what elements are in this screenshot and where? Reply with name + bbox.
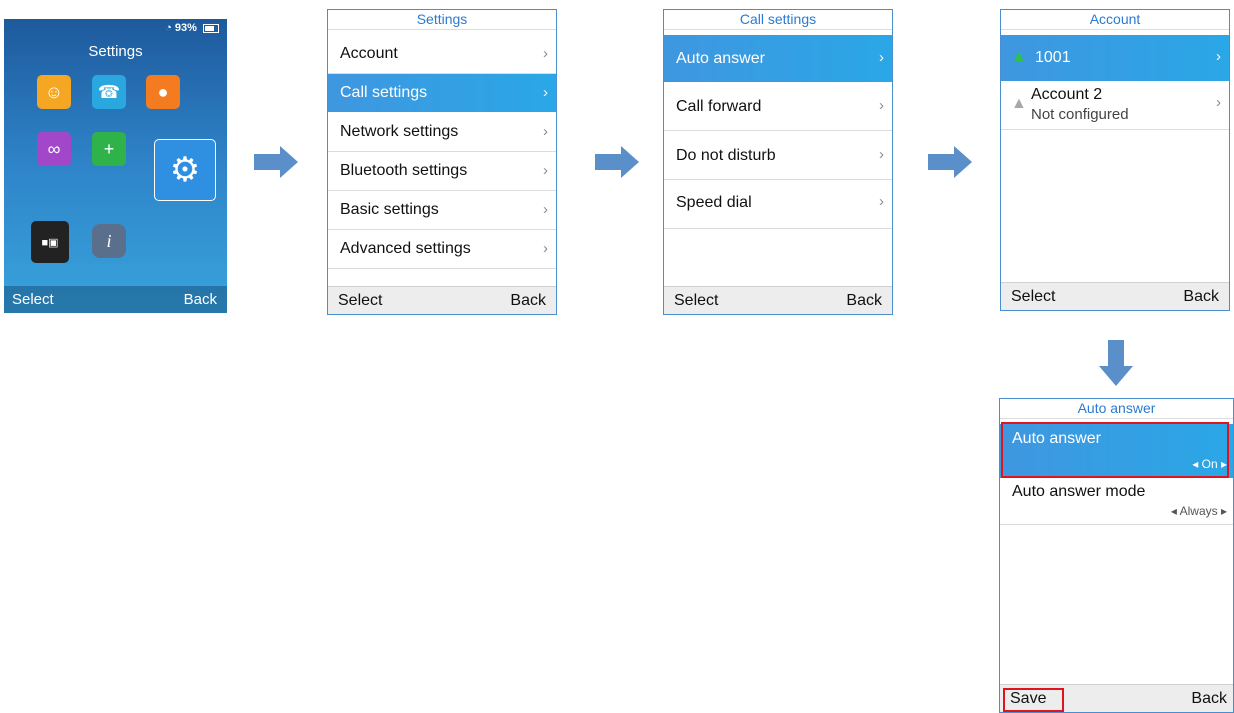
screen-header: Auto answer xyxy=(1000,399,1233,419)
battery-icon xyxy=(203,23,219,33)
softkey-bar: Select Back xyxy=(664,286,892,314)
security-icon[interactable]: + xyxy=(92,132,126,166)
wifi-icon: ◔ xyxy=(165,22,172,34)
info-icon[interactable]: i xyxy=(92,224,126,258)
chevron-right-icon: › xyxy=(543,240,548,257)
highlight-box xyxy=(1003,688,1064,712)
arrow-left-icon[interactable]: ◂ xyxy=(1171,504,1177,518)
call-settings-item-auto-answer[interactable]: Auto answer › xyxy=(664,35,892,82)
auto-answer-mode-value-selector[interactable]: ◂ Always ▸ xyxy=(1171,504,1227,518)
home-title: Settings xyxy=(88,43,143,60)
screen-header: Settings xyxy=(328,10,556,30)
softkey-bar: Select Back xyxy=(328,286,556,314)
chevron-right-icon: › xyxy=(543,84,548,101)
settings-screen: Settings Account › Call settings › Network… xyxy=(327,9,557,315)
account-item-account-2[interactable]: ▲ Account 2 Not configured › xyxy=(1001,81,1229,130)
user-icon: ▲ xyxy=(1011,48,1027,65)
battery-percent: 93% xyxy=(174,22,197,34)
select-softkey[interactable]: Select xyxy=(12,291,54,308)
arrow-right-icon[interactable]: ▸ xyxy=(1221,504,1227,518)
settings-item-network[interactable]: Network settings › xyxy=(328,113,556,152)
highlight-box xyxy=(1001,422,1229,478)
chevron-right-icon: › xyxy=(543,123,548,140)
screen-header: Call settings xyxy=(664,10,892,30)
user-icon: ▲ xyxy=(1011,95,1027,112)
back-softkey[interactable]: Back xyxy=(846,292,882,310)
settings-item-account[interactable]: Account › xyxy=(328,35,556,74)
contacts-icon[interactable]: ☺ xyxy=(37,75,71,109)
softkey-bar: Select Back xyxy=(1001,282,1229,310)
settings-item-advanced[interactable]: Advanced settings › xyxy=(328,230,556,269)
call-settings-screen: Call settings Auto answer › Call forward ›… xyxy=(663,9,893,315)
screen-header: Account xyxy=(1001,10,1229,30)
back-softkey[interactable]: Back xyxy=(1183,288,1219,306)
select-softkey[interactable]: Select xyxy=(1011,288,1055,306)
voicemail-icon[interactable]: ∞ xyxy=(37,132,71,166)
home-screen: ◔ 93% Settings ☺ ☎ ● ∞ + ⚙ ■▣ i Select B… xyxy=(4,19,227,313)
select-softkey[interactable]: Select xyxy=(338,292,382,310)
call-settings-item-dnd[interactable]: Do not disturb › xyxy=(664,131,892,180)
select-softkey[interactable]: Select xyxy=(674,292,718,310)
status-bar: ◔ 93% xyxy=(165,22,219,34)
chevron-right-icon: › xyxy=(1216,94,1221,111)
down-arrow-icon xyxy=(1099,340,1133,386)
settings-item-call-settings[interactable]: Call settings › xyxy=(328,74,556,112)
settings-gear-icon[interactable]: ⚙ xyxy=(154,139,216,201)
right-arrow-icon xyxy=(254,146,298,178)
chevron-right-icon: › xyxy=(879,146,884,163)
chevron-right-icon: › xyxy=(879,97,884,114)
settings-item-bluetooth[interactable]: Bluetooth settings › xyxy=(328,152,556,191)
chevron-right-icon: › xyxy=(879,193,884,210)
chevron-right-icon: › xyxy=(1216,48,1221,65)
multi-app-icon[interactable]: ■▣ xyxy=(31,221,69,263)
chevron-right-icon: › xyxy=(543,201,548,218)
chevron-right-icon: › xyxy=(543,45,548,62)
account-item-1001[interactable]: ▲ 1001 › xyxy=(1001,35,1229,81)
call-settings-item-call-forward[interactable]: Call forward › xyxy=(664,82,892,131)
softkey-bar: Select Back xyxy=(4,286,227,313)
call-settings-item-speed-dial[interactable]: Speed dial › xyxy=(664,180,892,229)
chevron-right-icon: › xyxy=(879,49,884,66)
right-arrow-icon xyxy=(928,146,972,178)
account-screen: Account ▲ 1001 › ▲ Account 2 Not configu… xyxy=(1000,9,1230,311)
settings-item-basic[interactable]: Basic settings › xyxy=(328,191,556,230)
back-softkey[interactable]: Back xyxy=(184,291,217,308)
back-softkey[interactable]: Back xyxy=(1191,690,1227,708)
chevron-right-icon: › xyxy=(543,162,548,179)
messages-icon[interactable]: ● xyxy=(146,75,180,109)
right-arrow-icon xyxy=(595,146,639,178)
back-softkey[interactable]: Back xyxy=(510,292,546,310)
auto-answer-mode-item[interactable]: Auto answer mode ◂ Always ▸ xyxy=(1000,478,1233,525)
call-history-icon[interactable]: ☎ xyxy=(92,75,126,109)
